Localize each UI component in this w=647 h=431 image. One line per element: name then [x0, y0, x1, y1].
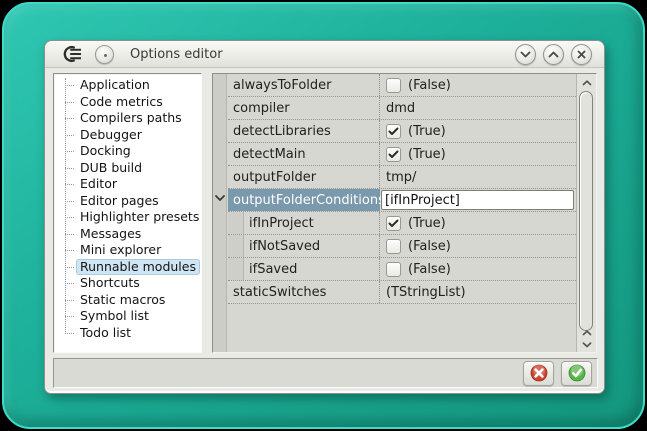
outputFolderConditions-input[interactable] — [381, 190, 574, 210]
cancel-button[interactable] — [523, 361, 554, 386]
checkbox-unchecked[interactable] — [386, 262, 401, 277]
x-circle-red-icon — [530, 364, 548, 382]
table-row-alwaysToFolder[interactable]: alwaysToFolder (False) — [228, 74, 576, 97]
sidebar-item-application[interactable]: Application — [54, 77, 201, 94]
checkbox-unchecked[interactable] — [386, 239, 401, 254]
table-row-ifNotSaved[interactable]: ifNotSaved (False) — [228, 235, 576, 258]
chevron-down-icon — [520, 51, 531, 58]
table-row-outputFolderConditions[interactable]: outputFolderConditions — [228, 189, 576, 212]
checkbox-checked[interactable] — [386, 124, 401, 139]
value-text: (False) — [408, 262, 451, 277]
value-text: tmp/ — [386, 170, 416, 185]
grid-gutter — [213, 74, 227, 352]
chevron-up-icon — [582, 330, 592, 336]
value-text: (True) — [408, 124, 446, 139]
maximize-button[interactable] — [543, 44, 564, 65]
check-icon — [388, 127, 399, 136]
chevron-up-icon — [582, 80, 592, 86]
titlebar-menu-button[interactable] — [95, 45, 114, 64]
value-text: dmd — [386, 101, 415, 116]
sidebar-item-mini-explorer[interactable]: Mini explorer — [54, 242, 201, 259]
sidebar-item-compilers-paths[interactable]: Compilers paths — [54, 110, 201, 127]
scroll-up-button-bottom[interactable] — [577, 327, 597, 339]
tree-indent — [228, 258, 244, 280]
value-text: (False) — [408, 239, 451, 254]
desktop-background: Options editor Application Code metrics … — [2, 2, 645, 429]
checkbox-checked[interactable] — [386, 216, 401, 231]
value-text: (TStringList) — [386, 285, 466, 300]
sidebar-item-symbol-list[interactable]: Symbol list — [54, 308, 201, 325]
check-circle-green-icon — [568, 364, 586, 382]
value-text: (False) — [408, 78, 451, 93]
value-text: (True) — [408, 147, 446, 162]
sidebar-item-runnable-modules[interactable]: Runnable modules — [54, 259, 201, 276]
checkbox-unchecked[interactable] — [386, 78, 401, 93]
tree-indent — [228, 212, 244, 234]
sidebar-item-static-macros[interactable]: Static macros — [54, 292, 201, 309]
coedit-logo-icon — [61, 45, 83, 63]
accept-button[interactable] — [561, 361, 592, 386]
window-title: Options editor — [130, 47, 223, 62]
sidebar-item-code-metrics[interactable]: Code metrics — [54, 94, 201, 111]
scrollbar-thumb[interactable] — [579, 91, 593, 331]
sidebar-item-highlighter-presets[interactable]: Highlighter presets — [54, 209, 201, 226]
sidebar-item-docking[interactable]: Docking — [54, 143, 201, 160]
scroll-up-button[interactable] — [577, 77, 597, 89]
minimize-button[interactable] — [515, 44, 536, 65]
chevron-up-icon — [548, 51, 559, 58]
property-rows: alwaysToFolder (False) compiler dmd dete… — [228, 74, 576, 352]
table-row-staticSwitches[interactable]: staticSwitches (TStringList) — [228, 281, 576, 304]
category-list: Application Code metrics Compilers paths… — [53, 73, 202, 353]
table-row-ifInProject[interactable]: ifInProject (True) — [228, 212, 576, 235]
sidebar-item-debugger[interactable]: Debugger — [54, 127, 201, 144]
check-icon — [388, 219, 399, 228]
table-row-outputFolder[interactable]: outputFolder tmp/ — [228, 166, 576, 189]
table-row-ifSaved[interactable]: ifSaved (False) — [228, 258, 576, 281]
close-button[interactable] — [571, 44, 592, 65]
sidebar-item-dub-build[interactable]: DUB build — [54, 160, 201, 177]
titlebar[interactable]: Options editor — [45, 41, 604, 68]
footer-bar — [53, 358, 598, 388]
x-icon — [577, 50, 586, 59]
vertical-scrollbar[interactable] — [576, 74, 596, 352]
sidebar-item-editor[interactable]: Editor — [54, 176, 201, 193]
options-editor-window: Options editor Application Code metrics … — [44, 40, 605, 394]
sidebar-item-todo-list[interactable]: Todo list — [54, 325, 201, 342]
chevron-down-icon — [582, 342, 592, 348]
tree-indent — [228, 235, 244, 257]
property-grid: alwaysToFolder (False) compiler dmd dete… — [212, 73, 597, 353]
scroll-down-button[interactable] — [577, 339, 597, 351]
value-text: (True) — [408, 216, 446, 231]
check-icon — [388, 150, 399, 159]
table-row-detectMain[interactable]: detectMain (True) — [228, 143, 576, 166]
checkbox-checked[interactable] — [386, 147, 401, 162]
sidebar-item-messages[interactable]: Messages — [54, 226, 201, 243]
sidebar-item-shortcuts[interactable]: Shortcuts — [54, 275, 201, 292]
table-row-compiler[interactable]: compiler dmd — [228, 97, 576, 120]
sidebar-item-editor-pages[interactable]: Editor pages — [54, 193, 201, 210]
table-row-detectLibraries[interactable]: detectLibraries (True) — [228, 120, 576, 143]
collapse-chevron-icon[interactable] — [214, 194, 226, 202]
